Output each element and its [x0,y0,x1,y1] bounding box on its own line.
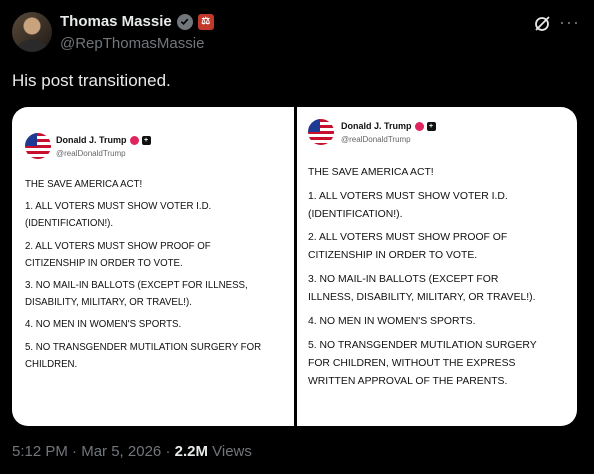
embedded-author-name-text: Donald J. Trump [341,121,412,131]
embedded-post-left: Donald J. Trump + @realDonaldTrump THE S… [12,107,294,426]
views-label: Views [212,443,252,460]
embedded-author-handle: @realDonaldTrump [56,149,126,158]
trump-avatar-flag-icon [308,119,334,145]
affiliation-badge-icon: + [426,121,436,131]
embedded-post-line: THE SAVE AMERICA ACT! [25,179,143,190]
embedded-post-line: WRITTEN APPROVAL OF THE PARENTS. [308,375,508,387]
embedded-author-name: Donald J. Trump + [341,121,436,131]
embedded-post-text: THE SAVE AMERICA ACT! 1. ALL VOTERS MUST… [308,164,537,391]
post-meta: 5:12 PM · Mar 5, 2026 · 2.2M Views [12,443,252,460]
post-text: His post transitioned. [12,71,171,90]
embedded-post-line: 2. ALL VOTERS MUST SHOW PROOF OF [25,240,211,252]
embedded-post-line: CITIZENSHIP IN ORDER TO VOTE. [308,250,478,262]
post-media[interactable]: Donald J. Trump + @realDonaldTrump THE S… [12,107,577,426]
embedded-post-line: (IDENTIFICATION!). [308,208,403,220]
embedded-post-text: THE SAVE AMERICA ACT! 1. ALL VOTERS MUST… [25,176,261,373]
embedded-post-line: 3. NO MAIL-IN BALLOTS (EXCEPT FOR [308,274,499,286]
embedded-post-line: CHILDREN. [25,358,78,370]
author-avatar[interactable] [12,12,52,52]
embedded-post-line: FOR CHILDREN, WITHOUT THE EXPRESS [308,357,516,369]
verified-badge-icon [129,135,139,145]
verified-badge-icon [414,121,424,131]
author-display-name[interactable]: Thomas Massie [60,13,172,30]
embedded-post-line: DISABILITY, MILITARY, OR TRAVEL!). [25,296,192,308]
embedded-post-right: Donald J. Trump + @realDonaldTrump THE S… [297,107,577,426]
verified-badge-icon[interactable] [176,13,193,30]
embedded-post-line: ILLNESS, DISABILITY, MILITARY, OR TRAVEL… [308,292,536,304]
meta-separator: · [165,443,175,460]
post-time[interactable]: 5:12 PM [12,443,68,460]
embedded-post-line: 5. NO TRANSGENDER MUTILATION SURGERY [308,339,537,351]
more-icon[interactable]: ··· [559,13,580,31]
affiliation-badge-icon[interactable]: ⚖ [197,13,214,30]
embedded-post-line: 4. NO MEN IN WOMEN'S SPORTS. [308,315,476,327]
embedded-post-line: 5. NO TRANSGENDER MUTILATION SURGERY FOR [25,341,262,353]
embedded-author-name-text: Donald J. Trump [56,135,127,145]
embedded-post-line: 3. NO MAIL-IN BALLOTS (EXCEPT FOR ILLNES… [25,279,248,291]
affiliation-badge-icon: + [141,135,151,145]
embedded-post-line: 1. ALL VOTERS MUST SHOW VOTER I.D. [308,190,508,202]
author-handle[interactable]: @RepThomasMassie [60,35,204,52]
embedded-author-handle: @realDonaldTrump [341,135,411,144]
meta-separator: · [72,443,82,460]
trump-avatar-flag-icon [25,133,51,159]
post-date[interactable]: Mar 5, 2026 [81,443,161,460]
embedded-post-line: (IDENTIFICATION!). [25,218,114,230]
embedded-post-line: 2. ALL VOTERS MUST SHOW PROOF OF [308,232,508,244]
embedded-post-line: CITIZENSHIP IN ORDER TO VOTE. [25,257,183,269]
embedded-post-line: 1. ALL VOTERS MUST SHOW VOTER I.D. [25,201,212,213]
views-count: 2.2M [174,443,208,460]
grok-icon[interactable] [532,14,552,34]
author-name-row: Thomas Massie ⚖ [60,13,214,30]
embedded-post-line: 4. NO MEN IN WOMEN'S SPORTS. [25,319,182,331]
embedded-post-line: THE SAVE AMERICA ACT! [308,167,434,178]
embedded-author-name: Donald J. Trump + [56,135,151,145]
